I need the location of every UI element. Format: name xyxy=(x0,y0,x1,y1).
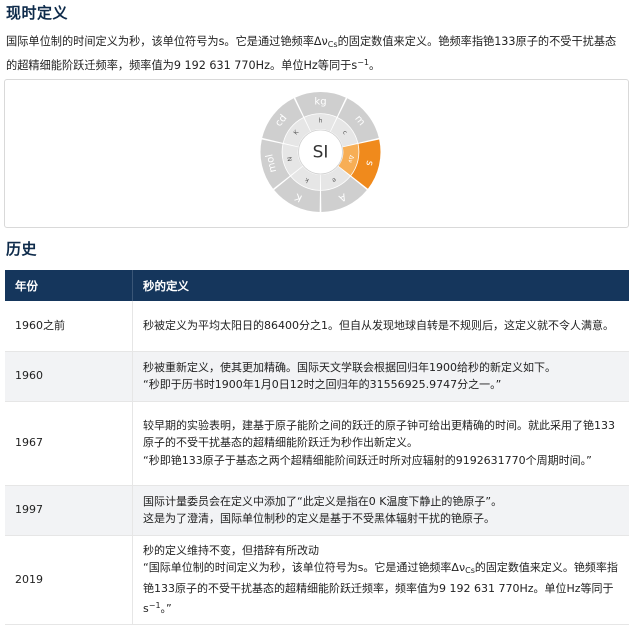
column-header-year: 年份 xyxy=(5,270,133,301)
year-cell: 1967 xyxy=(5,401,133,486)
table-row: 1960之前 秒被定义为平均太阳日的86400分之1。但自从发现地球自转是不规则… xyxy=(5,301,629,352)
current-definition-paragraph: 国际单位制的时间定义为秒，该单位符号为s。它是通过铯频率ΔνCs的固定数值来定义… xyxy=(6,33,626,74)
page: 现时定义 国际单位制的时间定义为秒，该单位符号为s。它是通过铯频率ΔνCs的固定… xyxy=(0,0,631,625)
unit-label-kg: kg xyxy=(314,97,326,108)
si-center-label: SI xyxy=(313,143,329,163)
definition-line: 这是为了澄清，国际单位制秒的定义是基于不受黑体辐射干扰的铯原子。 xyxy=(143,512,495,525)
definition-quote-line: “秒即铯133原子于基态之两个超精细能阶间跃迁时所对应辐射的9192631770… xyxy=(143,453,592,467)
constant-label: h xyxy=(319,118,323,125)
si-units-wheel-diagram: kgh mcsΔνAeKkmol NcdKSI xyxy=(259,91,382,213)
delta-nu-subscript: Cs xyxy=(465,566,475,575)
table-row: 2019 秒的定义维持不变，但措辞有所改动 “国际单位制的时间定义为秒，该单位符… xyxy=(5,535,629,625)
definition-line: 秒被定义为平均太阳日的86400分之1。但自从发现地球自转是不规则后，这定义就不… xyxy=(143,319,614,332)
definition-line: 秒被重新定义，使其更加精确。国际天文学联会根据回归年1900给秒的新定义如下。 xyxy=(143,360,556,374)
unit-superscript: −1 xyxy=(148,601,161,610)
definition-cell: 秒的定义维持不变，但措辞有所改动 “国际单位制的时间定义为秒，该单位符号为s。它… xyxy=(132,535,629,625)
year-cell: 1960之前 xyxy=(5,301,133,352)
unit-superscript: −1 xyxy=(357,57,369,67)
definition-cell: 较早期的实验表明，建基于原子能阶之间的跃迁的原子钟可给出更精确的时间。就此采用了… xyxy=(132,401,629,486)
definition-quote-line: “秒即于历书时1900年1月0日12时之回归年的31556925.9747分之一… xyxy=(143,378,502,391)
definition-cell: 国际计量委员会在定义中添加了“此定义是指在0 K温度下静止的铯原子”。 这是为了… xyxy=(132,485,629,536)
definition-text-end: 。 xyxy=(368,58,381,72)
definition-cell: 秒被重新定义，使其更加精确。国际天文学联会根据回归年1900给秒的新定义如下。 … xyxy=(132,351,629,402)
column-header-definition: 秒的定义 xyxy=(132,270,629,301)
table-row: 1997 国际计量委员会在定义中添加了“此定义是指在0 K温度下静止的铯原子”。… xyxy=(5,485,629,536)
definition-text-part1: 国际单位制的时间定义为秒，该单位符号为s。它是通过铯频率Δν xyxy=(6,35,328,48)
definition-quote-line: “国际单位制的时间定义为秒，该单位符号为s。它是通过铯频率ΔνCs的固定数值来定… xyxy=(143,559,619,618)
table-header-row: 年份 秒的定义 xyxy=(5,270,629,301)
delta-nu-subscript: Cs xyxy=(327,40,338,49)
si-units-figure: kg h m c s Δν Ae Kk mol Ncd K SI xyxy=(4,79,629,228)
definition-line: 国际计量委员会在定义中添加了“此定义是指在0 K温度下静止的铯原子”。 xyxy=(143,494,503,508)
year-cell: 2019 xyxy=(5,535,133,625)
quote-text-part1: “国际单位制的时间定义为秒，该单位符号为s。它是通过铯频率Δν xyxy=(143,561,466,574)
definition-cell: 秒被定义为平均太阳日的86400分之1。但自从发现地球自转是不规则后，这定义就不… xyxy=(132,301,629,352)
section-heading-history: 历史 xyxy=(6,240,38,258)
quote-text-end: 。” xyxy=(160,602,172,615)
table-row: 1967 较早期的实验表明，建基于原子能阶之间的跃迁的原子钟可给出更精确的时间。… xyxy=(5,401,629,486)
year-cell: 1997 xyxy=(5,485,133,536)
year-cell: 1960 xyxy=(5,351,133,402)
definition-line: 较早期的实验表明，建基于原子能阶之间的跃迁的原子钟可给出更精确的时间。就此采用了… xyxy=(143,418,615,450)
definition-line: 秒的定义维持不变，但措辞有所改动 xyxy=(143,543,319,557)
history-table: 年份 秒的定义 1960之前 秒被定义为平均太阳日的86400分之1。但自从发现… xyxy=(5,270,629,625)
section-heading-current-definition: 现时定义 xyxy=(6,4,69,22)
table-row: 1960 秒被重新定义，使其更加精确。国际天文学联会根据回归年1900给秒的新定… xyxy=(5,351,629,402)
